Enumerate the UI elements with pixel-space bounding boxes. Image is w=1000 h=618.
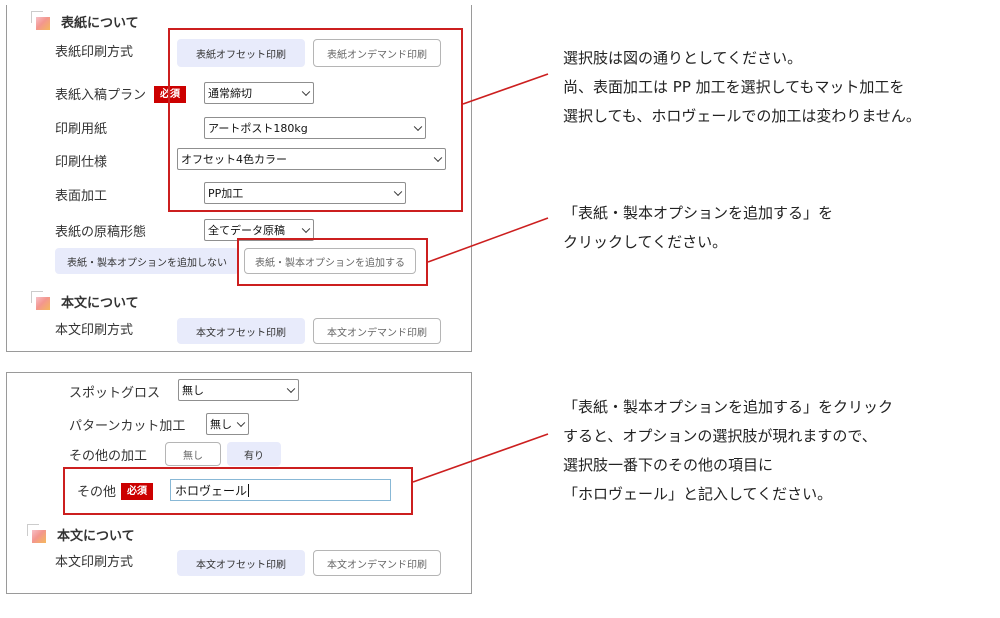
note-line: 選択しても、ホロヴェールでの加工は変わりません。 <box>563 107 921 125</box>
instruction-note-1: 選択肢は図の通りとしてください。 尚、表面加工は PP 加工を選択してもマット加… <box>563 44 921 131</box>
instruction-note-3: 「表紙・製本オプションを追加する」をクリック すると、オプションの選択肢が現れま… <box>563 393 893 509</box>
note-line: すると、オプションの選択肢が現れますので、 <box>563 427 877 445</box>
note-line: 選択肢一番下のその他の項目に <box>563 456 774 474</box>
note-line: 「ホロヴェール」と記入してください。 <box>563 485 833 503</box>
note-line: クリックしてください。 <box>563 233 728 251</box>
callout-line-2 <box>427 217 549 263</box>
callout-line-3 <box>412 433 549 483</box>
note-line: 選択肢は図の通りとしてください。 <box>563 49 803 67</box>
callout-line-1 <box>462 73 549 105</box>
instruction-note-2: 「表紙・製本オプションを追加する」を クリックしてください。 <box>563 199 833 257</box>
note-line: 尚、表面加工は PP 加工を選択してもマット加工を <box>563 78 905 96</box>
note-line: 「表紙・製本オプションを追加する」を <box>563 204 834 222</box>
note-line: 「表紙・製本オプションを追加する」をクリック <box>563 398 894 416</box>
